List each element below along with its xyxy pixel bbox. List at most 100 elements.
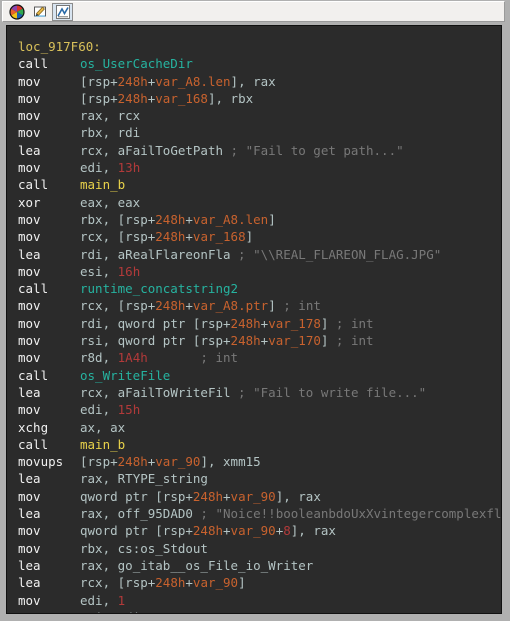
- code-line[interactable]: mov esi, 16h: [18, 263, 501, 280]
- code-line[interactable]: lea rcx, aFailToWriteFil ; "Fail to write…: [18, 384, 501, 401]
- code-line[interactable]: lea rcx, aFailToGetPath ; "Fail to get pa…: [18, 142, 501, 159]
- operand-token-comment: ; int: [147, 350, 239, 366]
- code-line[interactable]: movups [rsp+248h+var_90], xmm15: [18, 453, 501, 470]
- operand-token-comment: ; "Noice!!booleanbdoUxXvintegercomplexfl…: [200, 506, 502, 522]
- operand-token-jump[interactable]: main_b: [80, 437, 125, 452]
- code-label[interactable]: loc_917F60:: [18, 38, 501, 55]
- operand-token-punct: [: [80, 90, 88, 106]
- color-wheel-icon[interactable]: [6, 3, 27, 21]
- operand-token-imm: 16h: [117, 263, 141, 279]
- code-line[interactable]: xchg ax, ax: [18, 419, 501, 436]
- instruction-mnemonic: mov: [18, 609, 80, 613]
- operand-token-jump[interactable]: main_b: [80, 177, 125, 192]
- instruction-mnemonic: xchg: [18, 419, 49, 435]
- operand-token-punct: [: [155, 488, 163, 504]
- operand-token-punct: +: [223, 488, 231, 504]
- code-line[interactable]: mov edi, 15h: [18, 401, 501, 418]
- code-line[interactable]: call os_UserCacheDir: [18, 55, 501, 72]
- code-line[interactable]: lea rcx, [rsp+248h+var_90]: [18, 574, 501, 591]
- operand-token-punct: ]: [268, 211, 276, 227]
- operand-token-reg: rsi, rdi: [80, 610, 140, 613]
- disassembly-pane[interactable]: loc_917F60: call os_UserCacheDir mov [rsp+24…: [6, 25, 502, 614]
- instruction-operands: edi, 1: [80, 593, 125, 608]
- code-line[interactable]: xor eax, eax: [18, 194, 501, 211]
- operand-token-hex: 248h: [230, 315, 261, 331]
- instruction-operands: rcx, aFailToWriteFil ; "Fail to write fi…: [80, 385, 426, 400]
- operand-token-hex: 248h: [155, 298, 186, 314]
- operand-token-reg: rcx,: [80, 575, 118, 591]
- operand-token-punct: ],: [275, 488, 299, 504]
- code-line[interactable]: call runtime_concatstring2: [18, 280, 501, 297]
- operand-token-hex: 248h: [155, 229, 186, 245]
- code-line[interactable]: mov rcx, [rsp+248h+var_168]: [18, 228, 501, 245]
- operand-token-punct: +: [185, 575, 193, 591]
- instruction-mnemonic: mov: [18, 488, 41, 504]
- operand-token-reg: rbx: [230, 90, 254, 106]
- operand-token-punct: ],: [200, 454, 224, 470]
- operand-token-punct: [: [155, 523, 163, 539]
- code-line[interactable]: mov rax, rcx: [18, 107, 501, 124]
- instruction-operands: main_b: [80, 177, 125, 192]
- code-line[interactable]: mov rcx, [rsp+248h+var_A8.ptr] ; int: [18, 297, 501, 314]
- operand-token-imm: 15h: [117, 402, 141, 418]
- code-line[interactable]: movrsi, rdi: [18, 609, 501, 613]
- instruction-mnemonic: mov: [18, 73, 41, 89]
- code-line[interactable]: call os_WriteFile: [18, 367, 501, 384]
- instruction-operands: rcx, aFailToGetPath ; "Fail to get path.…: [80, 143, 404, 158]
- operand-token-func[interactable]: runtime_concatstring2: [80, 281, 238, 296]
- code-line[interactable]: mov rdi, qword ptr [rsp+248h+var_178] ; i…: [18, 315, 501, 332]
- code-line[interactable]: call main_b: [18, 436, 501, 453]
- instruction-mnemonic: mov: [18, 298, 41, 314]
- code-line[interactable]: lea rdi, aRealFlareonFla ; "\\REAL_FLAREO…: [18, 246, 501, 263]
- operand-token-reg: rdi,: [80, 246, 118, 262]
- operand-token-hex: 248h: [192, 488, 224, 504]
- operand-token-comment: ; "\\REAL_FLAREON_FLAG.JPG": [230, 246, 442, 262]
- code-line[interactable]: mov rbx, cs:os_Stdout: [18, 540, 501, 557]
- code-line[interactable]: lea rax, RTYPE_string: [18, 470, 501, 487]
- code-line[interactable]: mov qword ptr [rsp+248h+var_90+8], rax: [18, 522, 501, 539]
- code-line[interactable]: mov r8d, 1A4h ; int: [18, 349, 501, 366]
- code-line[interactable]: mov rsi, qword ptr [rsp+248h+var_170] ; i…: [18, 332, 501, 349]
- operand-token-hex: 248h: [155, 575, 186, 591]
- operand-token-var: var_168: [192, 229, 246, 245]
- operand-token-plain: go_itab__os_File_io_Writer: [117, 557, 314, 573]
- instruction-mnemonic: lea: [18, 557, 41, 573]
- graph-view-icon[interactable]: [52, 2, 73, 21]
- code-line[interactable]: lea rax, off_95DAD0 ; "Noice!!booleanbdoU…: [18, 505, 501, 522]
- operand-token-reg: rax: [313, 523, 336, 539]
- operand-token-func[interactable]: os_WriteFile: [80, 368, 170, 383]
- edit-pencil-icon[interactable]: [29, 3, 50, 21]
- code-line[interactable]: mov edi, 13h: [18, 159, 501, 176]
- operand-token-hex: 248h: [155, 211, 186, 227]
- operand-token-var: var_A8.ptr: [192, 298, 269, 314]
- instruction-operands: rcx, [rsp+248h+var_90]: [80, 575, 246, 590]
- instruction-operands: rdi, qword ptr [rsp+248h+var_178] ; int: [80, 316, 374, 331]
- operand-token-reg: rsp: [162, 523, 186, 539]
- operand-token-punct: +: [185, 523, 193, 539]
- operand-token-reg: rsi,: [80, 333, 118, 349]
- instruction-mnemonic: call: [18, 177, 49, 193]
- instruction-mnemonic: movups: [18, 454, 64, 470]
- instruction-operands: os_UserCacheDir: [80, 56, 193, 71]
- operand-token-punct: +: [185, 211, 193, 227]
- code-line[interactable]: mov rbx, [rsp+248h+var_A8.len]: [18, 211, 501, 228]
- code-line[interactable]: mov [rsp+248h+var_168], rbx: [18, 90, 501, 107]
- operand-token-func[interactable]: os_UserCacheDir: [80, 56, 193, 71]
- operand-token-punct: +: [223, 333, 231, 349]
- operand-token-reg: rcx,: [80, 298, 118, 314]
- code-line[interactable]: mov qword ptr [rsp+248h+var_90], rax: [18, 488, 501, 505]
- instruction-mnemonic: mov: [18, 592, 41, 608]
- code-line[interactable]: mov edi, 1: [18, 592, 501, 609]
- operand-token-reg: rsp: [87, 90, 111, 106]
- operand-token-reg: rax,: [80, 557, 118, 573]
- operand-token-punct: ],: [290, 523, 314, 539]
- operand-token-plain: off_95DAD0: [117, 506, 193, 522]
- operand-token-reg: rbx, rdi: [80, 125, 141, 141]
- code-line[interactable]: mov [rsp+248h+var_A8.len], rax: [18, 73, 501, 90]
- instruction-mnemonic: call: [18, 436, 49, 452]
- code-line[interactable]: call main_b: [18, 176, 501, 193]
- operand-token-reg: rsp: [125, 575, 148, 591]
- instruction-operands: rdi, aRealFlareonFla ; "\\REAL_FLAREON_F…: [80, 247, 441, 262]
- code-line[interactable]: lea rax, go_itab__os_File_io_Writer: [18, 557, 501, 574]
- code-line[interactable]: mov rbx, rdi: [18, 124, 501, 141]
